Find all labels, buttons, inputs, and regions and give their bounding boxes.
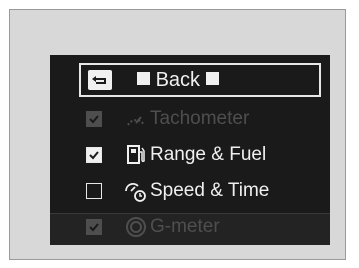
menu-item-g-meter[interactable]: G-meter — [50, 211, 330, 243]
menu-item-range-fuel[interactable]: Range & Fuel — [50, 139, 330, 171]
menu-item-tachometer[interactable]: Tachometer — [50, 103, 330, 135]
g-meter-icon — [126, 217, 146, 237]
menu-item-label: Range & Fuel — [150, 144, 267, 165]
menu-item-speed-time[interactable]: Speed & Time — [50, 175, 330, 207]
return-icon — [88, 70, 112, 90]
g-meter-checkbox[interactable] — [86, 219, 102, 235]
menu-panel: Back Tachometer Range & Fuel Speed & Tim… — [50, 55, 330, 245]
screen-frame: Back Tachometer Range & Fuel Speed & Tim… — [9, 9, 346, 260]
range-fuel-checkbox[interactable] — [86, 147, 102, 163]
back-label: Back — [137, 69, 219, 92]
fuel-icon — [127, 145, 145, 164]
tachometer-checkbox[interactable] — [86, 111, 102, 127]
speed-time-checkbox[interactable] — [86, 183, 102, 199]
square-marker-icon — [205, 72, 219, 85]
speed-time-icon — [125, 183, 146, 202]
back-button[interactable]: Back — [79, 63, 321, 97]
menu-item-label: G-meter — [150, 216, 220, 237]
tachometer-icon — [127, 116, 145, 126]
menu-item-label: Tachometer — [150, 108, 250, 129]
menu-item-label: Speed & Time — [150, 180, 270, 201]
square-marker-icon — [137, 72, 150, 85]
